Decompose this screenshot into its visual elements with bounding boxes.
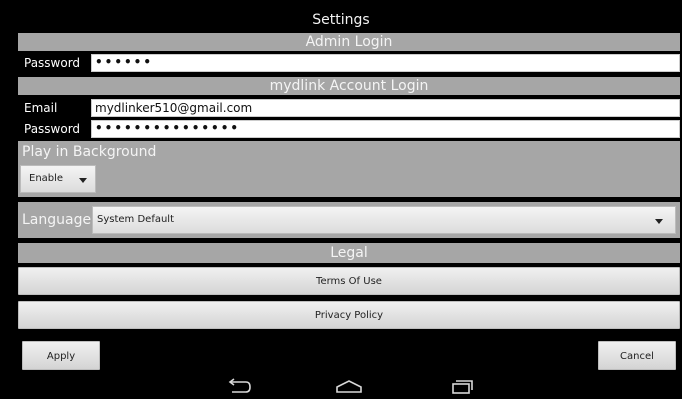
admin-password-field[interactable]: •••••• [91,54,680,72]
play-in-background-label: Play in Background [22,144,157,160]
privacy-policy-button[interactable]: Privacy Policy [18,301,680,329]
email-field[interactable]: mydlinker510@gmail.com [91,99,680,117]
legal-header: Legal [18,243,680,263]
home-icon[interactable] [334,378,364,395]
play-in-background-dropdown[interactable]: Enable [20,165,96,193]
mydlink-login-header: mydlink Account Login [18,77,680,95]
cancel-button[interactable]: Cancel [598,341,676,370]
terms-of-use-button[interactable]: Terms Of Use [18,267,680,295]
recent-apps-icon[interactable] [450,379,474,395]
apply-button[interactable]: Apply [22,341,100,370]
chevron-down-icon [79,178,87,183]
language-label: Language [22,212,92,228]
back-icon[interactable] [226,378,252,394]
mydlink-password-label: Password [24,122,81,136]
admin-login-header: Admin Login [18,33,680,51]
chevron-down-icon [655,219,663,224]
page-title: Settings [312,12,370,28]
play-in-background-section: Play in Background Enable [18,141,680,197]
language-dropdown[interactable]: System Default [92,206,676,234]
play-in-background-value: Enable [29,173,64,184]
language-value: System Default [97,214,175,225]
admin-password-label: Password [24,56,81,70]
mydlink-password-field[interactable]: ••••••••••••••• [91,120,680,138]
language-section: Language System Default [18,202,680,238]
email-label: Email [24,101,58,115]
